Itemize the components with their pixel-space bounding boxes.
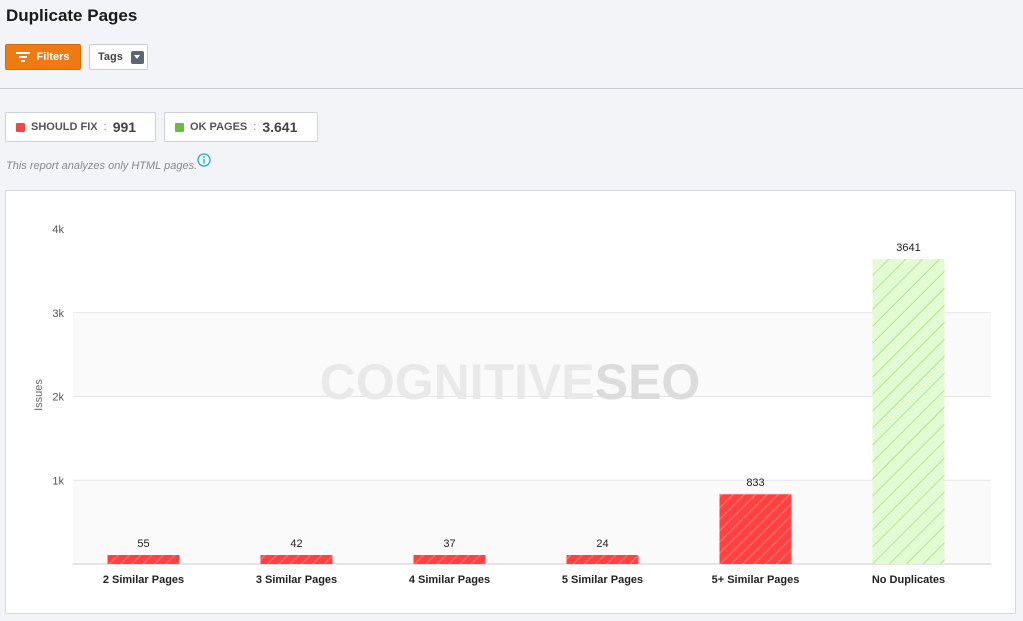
x-tick-label: 2 Similar Pages [103,574,184,586]
separator: : [103,121,107,133]
should-fix-label: SHOULD FIX [31,121,98,133]
cognitiveseo-watermark: COGNITIVESEO [320,354,701,410]
bar-data-label: 42 [290,538,302,550]
should-fix-swatch [16,122,25,132]
x-tick-label: 5+ Similar Pages [712,574,800,586]
report-note: This report analyzes only HTML pages. [6,160,198,172]
watermark-light: COGNITIVE [320,354,595,410]
x-tick-label: 5 Similar Pages [562,574,643,586]
duplicate-pages-chart: COGNITIVESEO 1k 2k 3k 4k Issues 55 42 37 24 833… [33,224,991,586]
page-title: Duplicate Pages [6,6,138,25]
ok-pages-badge[interactable]: OK PAGES : 3.641 [164,112,318,142]
chart-bar[interactable] [566,555,639,564]
y-tick-label: 3k [52,308,64,320]
tags-label: Tags [98,51,123,63]
chart-bar[interactable] [719,494,792,564]
tags-dropdown[interactable]: Tags [89,44,148,70]
x-tick-label: No Duplicates [872,574,945,586]
watermark-bold: SEO [595,354,701,410]
chart-bar[interactable] [413,555,486,564]
filter-icon [16,52,31,62]
chevron-down-icon [130,50,144,64]
grid-band [73,480,991,564]
filters-label: Filters [36,51,70,63]
y-tick-label: 2k [52,392,64,404]
x-tick-label: 3 Similar Pages [256,574,337,586]
should-fix-value: 991 [112,119,137,135]
chart-bar[interactable] [260,555,333,564]
should-fix-badge[interactable]: SHOULD FIX : 991 [5,112,156,142]
divider [0,88,1023,89]
chart-bar[interactable] [872,259,945,564]
chart-panel: COGNITIVESEO 1k 2k 3k 4k Issues 55 42 37 24 833… [5,190,1016,614]
bar-data-label: 37 [443,538,455,550]
ok-pages-label: OK PAGES [190,121,248,133]
filters-button[interactable]: Filters [5,44,81,70]
bar-data-label: 833 [746,477,764,489]
ok-pages-value: 3.641 [262,119,298,135]
y-tick-label: 1k [52,475,64,487]
chart-bar[interactable] [107,555,180,564]
y-tick-label: 4k [52,224,64,236]
y-axis-title: Issues [33,379,45,411]
separator: : [253,121,257,133]
x-tick-label: 4 Similar Pages [409,574,490,586]
bar-data-label: 3641 [896,242,920,254]
bar-data-label: 24 [596,538,608,550]
ok-pages-swatch [175,122,184,132]
bar-data-label: 55 [137,538,149,550]
info-icon[interactable] [197,153,211,167]
